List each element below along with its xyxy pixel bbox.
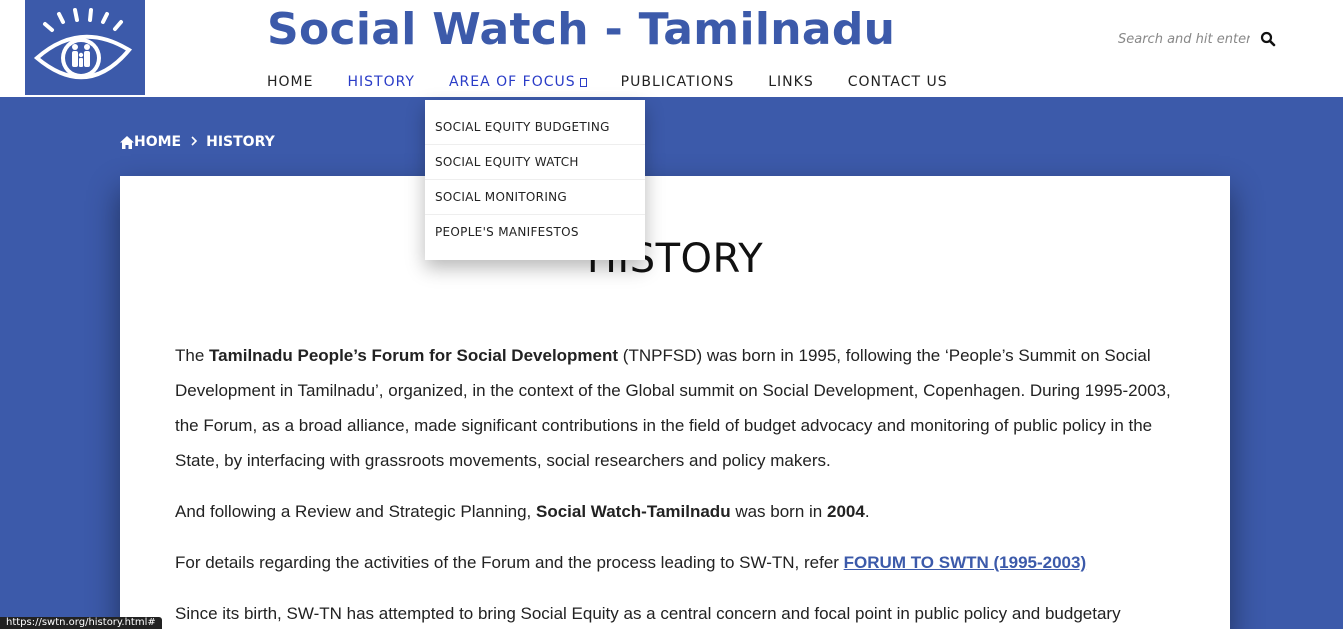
dropdown-caret-icon [579, 77, 587, 87]
paragraph-intro: The Tamilnadu People’s Forum for Social … [175, 338, 1175, 478]
paragraph-bold-text: Tamilnadu People’s Forum for Social Deve… [209, 346, 619, 365]
site-header: Social Watch - Tamilnadu HOME HISTORY AR… [0, 0, 1343, 97]
dropdown-item-social-equity-watch[interactable]: SOCIAL EQUITY WATCH [425, 145, 645, 180]
paragraph-text: . [864, 502, 870, 521]
browser-status-bar: https://swtn.org/history.html# [0, 617, 162, 629]
paragraph-swtn-birth: And following a Review and Strategic Pla… [175, 494, 1175, 529]
dropdown-item-peoples-manifestos[interactable]: PEOPLE'S MANIFESTOS [425, 215, 645, 250]
content-card: HISTORY The Tamilnadu People’s Forum for… [120, 176, 1230, 629]
area-of-focus-dropdown: SOCIAL EQUITY BUDGETING SOCIAL EQUITY WA… [425, 100, 645, 260]
search-input[interactable] [1118, 32, 1250, 47]
paragraph-bold-text: 2004 [826, 502, 865, 521]
paragraph-forum-reference: For details regarding the activities of … [175, 545, 1175, 580]
article-body: The Tamilnadu People’s Forum for Social … [175, 338, 1175, 629]
breadcrumb-current: HISTORY [206, 134, 275, 150]
main-nav: HOME HISTORY AREA OF FOCUS PUBLICATIONS … [267, 74, 982, 92]
paragraph-text: was born in [730, 502, 827, 521]
paragraph-text: The [175, 346, 210, 365]
page-title: HISTORY [586, 236, 764, 282]
site-title[interactable]: Social Watch - Tamilnadu [267, 4, 895, 55]
breadcrumb: HOME HISTORY [120, 134, 275, 150]
dropdown-item-social-monitoring[interactable]: SOCIAL MONITORING [425, 180, 645, 215]
breadcrumb-home-link[interactable]: HOME [120, 134, 181, 150]
paragraph-text: For details regarding the activities of … [175, 553, 844, 572]
nav-item-publications[interactable]: PUBLICATIONS [621, 74, 735, 92]
forum-to-swtn-link[interactable]: FORUM TO SWTN (1995-2003) [844, 553, 1086, 572]
search-icon[interactable] [1260, 31, 1276, 47]
eye-with-family-logo-icon[interactable] [25, 0, 145, 95]
search-box [1118, 30, 1278, 48]
dropdown-item-social-equity-budgeting[interactable]: SOCIAL EQUITY BUDGETING [425, 110, 645, 145]
paragraph-bold-text: Social Watch-Tamilnadu [536, 502, 731, 521]
nav-item-history[interactable]: HISTORY [347, 74, 415, 92]
paragraph-text: And following a Review and Strategic Pla… [175, 502, 536, 521]
breadcrumb-home-label: HOME [134, 134, 182, 150]
nav-item-links[interactable]: LINKS [768, 74, 813, 92]
nav-item-home[interactable]: HOME [267, 74, 313, 92]
chevron-right-icon [191, 135, 198, 149]
nav-item-contact-us[interactable]: CONTACT US [848, 74, 948, 92]
nav-item-area-of-focus-label: AREA OF FOCUS [448, 74, 576, 90]
home-icon [120, 135, 134, 149]
paragraph-since-birth: Since its birth, SW-TN has attempted to … [175, 604, 1121, 623]
nav-item-area-of-focus[interactable]: AREA OF FOCUS [449, 74, 587, 92]
